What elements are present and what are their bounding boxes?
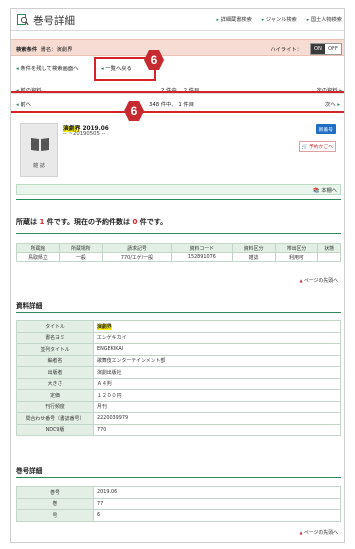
- table-row: 問合わせ番号（書誌番号） 2220039979: [16, 412, 341, 425]
- divider: [16, 477, 341, 478]
- link-genre-search[interactable]: ジャンル検索: [262, 16, 297, 23]
- divider: [16, 312, 341, 313]
- divider: [16, 233, 341, 234]
- holding-summary: 所蔵は 1 件です。現在の予約件数は 0 件です。: [16, 218, 168, 226]
- table-row: 巻号 2019.06: [16, 486, 341, 499]
- highlight-off-button[interactable]: OFF: [324, 44, 341, 54]
- bookshelf-bar: 📚 本棚へ: [16, 184, 341, 195]
- link-person-search[interactable]: 国土人物検索: [307, 16, 342, 23]
- table-row: NDC9版 770: [16, 423, 341, 436]
- table-row: 編者名 歌舞伎エンターテインメント部: [16, 354, 341, 367]
- reserve-cart-button[interactable]: 🛒 予約かごへ: [298, 141, 336, 152]
- divider: [16, 199, 341, 200]
- new-issue-badge: 新着号: [315, 124, 336, 134]
- item-date-range: -- ~20190505 --: [63, 131, 106, 137]
- search-condition-bar: 検索条件 書名：演劇界 ハイライト： ON OFF: [11, 39, 344, 56]
- page-frame: 巻号詳細 詳細蔵書検索 ジャンル検索 国土人物検索 検索条件 書名：演劇界 ハイ…: [10, 8, 345, 543]
- table-row: 定価 １２００円: [16, 389, 341, 402]
- table-row: 号6: [16, 509, 341, 522]
- table-row: 巻 77: [16, 497, 341, 510]
- thumb-caption: 雑 誌: [32, 163, 46, 169]
- to-top-link[interactable]: ページの先頭へ: [300, 529, 338, 536]
- table-row: タイトル 演劇界: [16, 320, 341, 333]
- magnifier-icon: [17, 14, 29, 26]
- to-top-link[interactable]: ページの先頭へ: [300, 277, 338, 284]
- issue-table: 巻号 2019.06 巻 77 号6: [16, 486, 341, 522]
- col-header: 帯出区分: [274, 243, 319, 253]
- annotation-box-issue-nav: [11, 91, 344, 113]
- table-row: 並列タイトル ENGEKIKAI: [16, 343, 341, 356]
- col-header: 資料コード: [171, 243, 233, 253]
- table-row: 鳥取県立 一般 770/エゲ/一般 152891076 雑誌 利用可: [16, 252, 341, 262]
- col-header: 状態: [317, 243, 341, 253]
- highlight-on-button[interactable]: ON: [310, 44, 325, 54]
- table-row: 出版者 演劇出版社: [16, 366, 341, 379]
- highlight-label: ハイライト：: [270, 47, 302, 53]
- col-header: 請求記号: [101, 243, 173, 253]
- table-row: 大きさ Ａ４判: [16, 377, 341, 390]
- page-title: 巻号詳細: [33, 15, 75, 27]
- col-header: 所蔵場所: [58, 243, 103, 253]
- book-icon: [31, 138, 49, 151]
- issue-heading: 巻号詳細: [16, 467, 43, 475]
- link-detailed-search[interactable]: 詳細蔵書検索: [217, 16, 252, 23]
- item-thumbnail: 雑 誌: [20, 123, 58, 177]
- table-row: 書名ヨミ エンゲキカイ: [16, 331, 341, 344]
- bookshelf-button[interactable]: 📚 本棚へ: [313, 187, 337, 194]
- header-bar: 巻号詳細 詳細蔵書検索 ジャンル検索 国土人物検索: [11, 9, 344, 31]
- table-row: 刊行頻度 月刊: [16, 400, 341, 413]
- search-condition-text: 検索条件 書名：演劇界: [16, 47, 73, 53]
- detail-heading: 資料詳細: [16, 302, 43, 310]
- detail-table: タイトル 演劇界 書名ヨミ エンゲキカイ 並列タイトル ENGEKIKAI 編者名 歌舞…: [16, 320, 341, 436]
- col-header: 資料区分: [231, 243, 276, 253]
- holdings-table: 所蔵館 所蔵場所 請求記号 資料コード 資料区分 帯出区分 状態 鳥取県立 一般…: [16, 243, 341, 262]
- keep-condition-link[interactable]: 条件を残して検索画面へ: [16, 64, 78, 72]
- col-header: 所蔵館: [16, 243, 60, 253]
- highlight-toggle[interactable]: ON OFF: [309, 43, 342, 55]
